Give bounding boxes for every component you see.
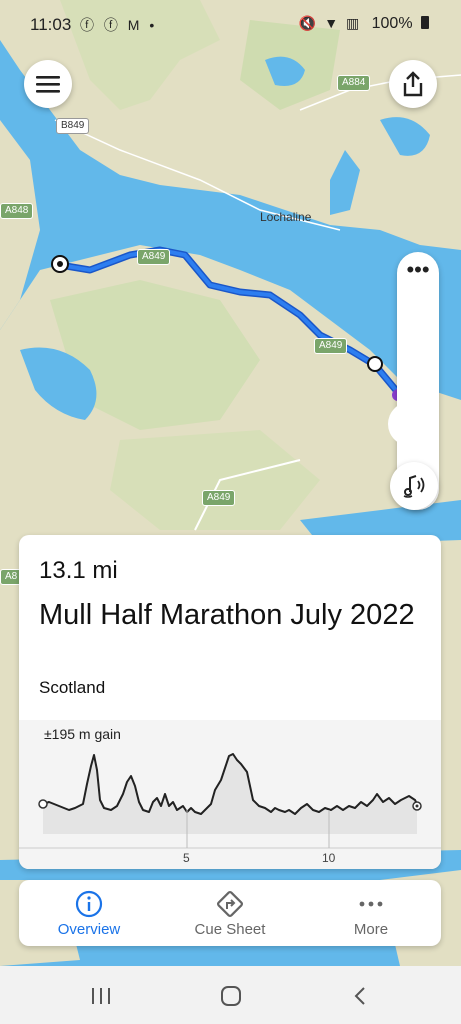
audio-cue-icon bbox=[403, 475, 425, 498]
audio-cue-button[interactable] bbox=[390, 462, 438, 510]
tab-overview[interactable]: Overview bbox=[19, 880, 159, 946]
more-horizontal-icon[interactable]: ••• bbox=[397, 259, 439, 281]
elevation-start-marker bbox=[38, 799, 48, 809]
road-shield: A849 bbox=[137, 249, 171, 265]
menu-icon bbox=[36, 76, 60, 93]
map-view[interactable] bbox=[0, 0, 461, 1024]
bottom-tab-bar: Overview Cue Sheet More bbox=[19, 880, 441, 946]
road-shield: A884 bbox=[337, 75, 371, 91]
more-horizontal-icon bbox=[359, 901, 383, 907]
back-icon[interactable] bbox=[352, 986, 368, 1006]
notification-icons: ⓕ ⓕ M • bbox=[80, 17, 158, 33]
elevation-tick-label: 10 bbox=[322, 851, 336, 865]
tab-label: Cue Sheet bbox=[194, 921, 266, 938]
status-time: 11:03 bbox=[30, 15, 72, 34]
route-distance: 13.1 mi bbox=[39, 557, 118, 584]
recents-icon[interactable] bbox=[90, 986, 112, 1006]
road-shield: A849 bbox=[202, 490, 236, 506]
tab-label: Overview bbox=[57, 921, 121, 938]
info-icon bbox=[75, 890, 103, 918]
route-title: Mull Half Marathon July 2022 bbox=[39, 599, 415, 631]
status-bar: 11:03 ⓕ ⓕ M • 🔇 ▼ ▥ 100% bbox=[0, 0, 461, 50]
route-summary-card[interactable]: 13.1 mi Mull Half Marathon July 2022 Sco… bbox=[19, 535, 441, 869]
road-shield: A848 bbox=[0, 203, 34, 219]
battery-level: 100% bbox=[371, 15, 413, 32]
elevation-tick-label: 5 bbox=[183, 851, 190, 865]
route-region: Scotland bbox=[39, 678, 106, 697]
place-label-lochaline: Lochaline bbox=[260, 210, 312, 224]
share-icon bbox=[403, 71, 423, 97]
menu-button[interactable] bbox=[24, 60, 72, 108]
system-navigation-bar bbox=[0, 966, 461, 1024]
road-shield: A849 bbox=[314, 338, 348, 354]
turn-right-icon bbox=[217, 891, 243, 917]
tab-more[interactable]: More bbox=[301, 880, 441, 946]
battery-icon bbox=[421, 16, 429, 29]
share-button[interactable] bbox=[389, 60, 437, 108]
road-shield: B849 bbox=[56, 118, 90, 134]
home-icon[interactable] bbox=[220, 985, 242, 1007]
signal-icons: 🔇 ▼ ▥ bbox=[298, 15, 362, 31]
tab-label: More bbox=[353, 921, 389, 938]
tab-cue-sheet[interactable]: Cue Sheet bbox=[160, 880, 300, 946]
elevation-profile[interactable]: ±195 m gain 5 10 bbox=[19, 720, 441, 869]
status-right: 🔇 ▼ ▥ 100% bbox=[299, 15, 429, 33]
route-waypoint-marker bbox=[367, 356, 383, 372]
